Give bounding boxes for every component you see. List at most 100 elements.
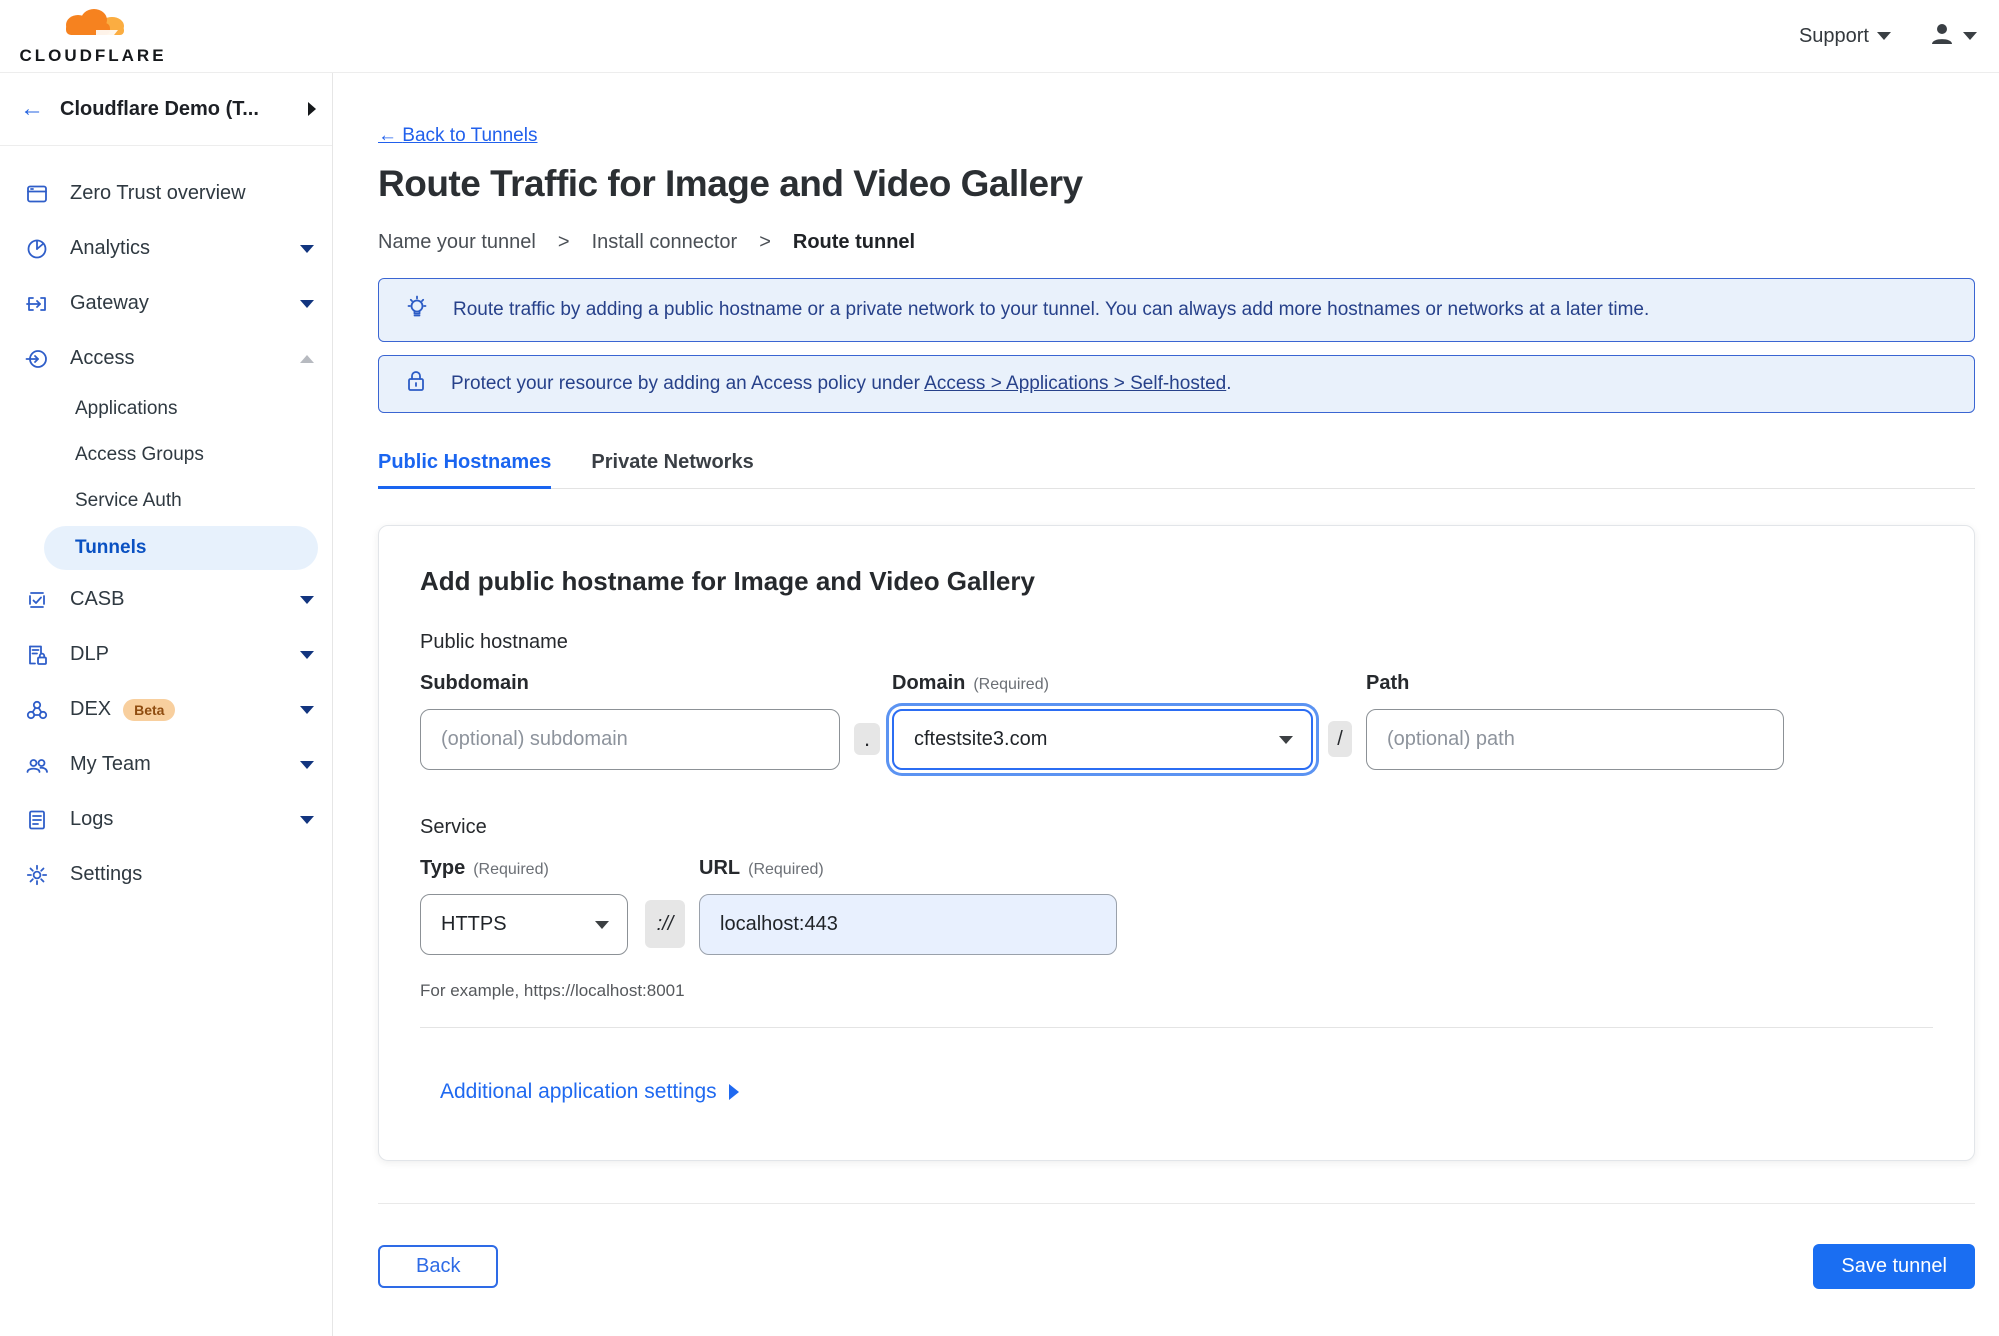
sidebar-item-access-groups[interactable]: Access Groups	[0, 432, 332, 478]
sidebar-item-service-auth[interactable]: Service Auth	[0, 478, 332, 524]
scheme-separator: ://	[645, 900, 685, 948]
back-button[interactable]: Back	[378, 1245, 499, 1288]
overview-icon	[24, 181, 50, 207]
gear-icon	[24, 862, 50, 888]
type-selected-value: HTTPS	[441, 913, 507, 935]
public-hostname-group-label: Public hostname	[420, 631, 568, 653]
sidebar-item-gateway[interactable]: Gateway	[0, 276, 332, 331]
sidebar-item-label: Gateway	[70, 292, 149, 314]
chevron-down-icon	[300, 705, 314, 714]
logs-icon	[24, 807, 50, 833]
hostname-field-row: Subdomain . Domain (Required) cftestsite3…	[420, 672, 1933, 770]
sidebar-item-text: DEX	[70, 698, 112, 720]
dot-separator: .	[854, 723, 880, 755]
path-label: Path	[1366, 672, 1410, 694]
main-content: ← Back to Tunnels Route Traffic for Imag…	[333, 73, 1999, 1336]
cloudflare-logo[interactable]: CLOUDFLARE	[18, 6, 168, 66]
url-example-hint: For example, https://localhost:8001	[420, 981, 685, 1000]
lock-icon	[403, 368, 429, 400]
sidebar-nav: Zero Trust overview Analytics Gateway Ac…	[0, 146, 332, 902]
card-heading: Add public hostname for Image and Video …	[420, 566, 1035, 596]
chevron-down-icon	[1279, 735, 1293, 744]
lightbulb-icon	[403, 293, 431, 327]
analytics-icon	[24, 236, 50, 262]
account-name: Cloudflare Demo (T...	[60, 97, 259, 120]
chevron-down-icon	[300, 244, 314, 253]
chevron-right-icon[interactable]	[308, 102, 316, 116]
tab-public-hostnames[interactable]: Public Hostnames	[378, 451, 552, 489]
cloudflare-wordmark: CLOUDFLARE	[19, 46, 167, 65]
wizard-steps: Name your tunnel > Install connector > R…	[378, 231, 1975, 254]
sidebar-item-dex[interactable]: DEX Beta	[0, 682, 332, 737]
additional-settings-label: Additional application settings	[440, 1080, 717, 1103]
required-note: (Required)	[748, 861, 824, 878]
team-icon	[24, 752, 50, 778]
card-divider	[420, 1027, 1933, 1028]
additional-settings-toggle[interactable]: Additional application settings	[440, 1080, 1933, 1104]
sidebar-item-label: Analytics	[70, 237, 151, 259]
chevron-down-icon	[300, 815, 314, 824]
sidebar-item-zero-trust-overview[interactable]: Zero Trust overview	[0, 166, 332, 221]
service-type-select[interactable]: HTTPS	[420, 894, 628, 955]
subdomain-label: Subdomain	[420, 672, 529, 694]
hostname-tabs: Public Hostnames Private Networks	[378, 451, 1975, 489]
sidebar-item-label: Access	[70, 347, 135, 369]
step-name-your-tunnel[interactable]: Name your tunnel	[378, 231, 536, 254]
sidebar-item-my-team[interactable]: My Team	[0, 737, 332, 792]
chevron-down-icon	[300, 595, 314, 604]
sidebar-item-label: Zero Trust overview	[70, 182, 246, 204]
gateway-icon	[24, 291, 50, 317]
chevron-down-icon	[1963, 32, 1977, 40]
info-banner-route-traffic: Route traffic by adding a public hostnam…	[378, 278, 1975, 342]
sidebar-item-label: DLP	[70, 643, 109, 665]
footer-divider	[378, 1203, 1975, 1204]
back-to-tunnels-link[interactable]: ← Back to Tunnels	[378, 125, 537, 147]
path-input[interactable]	[1366, 709, 1784, 770]
dex-icon	[24, 697, 50, 723]
access-policy-link[interactable]: Access > Applications > Self-hosted	[924, 373, 1226, 394]
tab-private-networks[interactable]: Private Networks	[591, 451, 753, 488]
public-hostname-card: Add public hostname for Image and Video …	[378, 525, 1975, 1161]
banner-text: Protect your resource by adding an Acces…	[451, 373, 1232, 395]
chevron-down-icon	[300, 760, 314, 769]
sidebar-item-label: Settings	[70, 863, 143, 885]
sidebar-item-settings[interactable]: Settings	[0, 847, 332, 902]
type-label-text: Type	[420, 857, 466, 879]
sidebar-item-casb[interactable]: CASB	[0, 572, 332, 627]
support-menu[interactable]: Support	[1799, 25, 1891, 48]
sidebar-item-tunnels[interactable]: Tunnels	[44, 526, 318, 570]
chevron-down-icon	[1877, 32, 1891, 40]
service-group-label: Service	[420, 816, 487, 838]
sidebar-item-analytics[interactable]: Analytics	[0, 221, 332, 276]
sidebar-item-logs[interactable]: Logs	[0, 792, 332, 847]
cloudflare-cloud-icon	[56, 6, 130, 45]
sidebar-item-label: CASB	[70, 588, 125, 610]
banner-text-before: Protect your resource by adding an Acces…	[451, 373, 920, 394]
sidebar-item-dlp[interactable]: DLP	[0, 627, 332, 682]
back-arrow-icon[interactable]: ←	[20, 97, 44, 121]
service-field-row: Type (Required) HTTPS :// URL (Required)	[420, 857, 1933, 955]
step-separator: >	[557, 231, 570, 253]
subdomain-input[interactable]	[420, 709, 840, 770]
url-label-text: URL	[699, 857, 741, 879]
back-link-text: Back to Tunnels	[402, 125, 538, 146]
left-arrow-icon: ←	[378, 125, 397, 146]
domain-select[interactable]: cftestsite3.com	[892, 709, 1313, 770]
support-label: Support	[1798, 24, 1869, 47]
user-menu[interactable]	[1929, 21, 1977, 52]
step-install-connector[interactable]: Install connector	[592, 231, 738, 254]
service-url-input[interactable]	[699, 894, 1117, 955]
domain-selected-value: cftestsite3.com	[914, 728, 1048, 750]
sidebar-item-applications[interactable]: Applications	[0, 386, 332, 432]
save-tunnel-button[interactable]: Save tunnel	[1813, 1244, 1975, 1289]
sidebar-item-label: My Team	[70, 753, 151, 775]
url-label: URL (Required)	[699, 857, 1117, 880]
sidebar-item-access[interactable]: Access	[0, 331, 332, 386]
chevron-right-icon	[728, 1084, 739, 1100]
sidebar-account-header: ← Cloudflare Demo (T...	[0, 73, 332, 146]
step-separator: >	[759, 231, 771, 253]
banner-text-after: .	[1226, 373, 1232, 394]
info-banner-access-policy: Protect your resource by adding an Acces…	[378, 355, 1975, 413]
domain-label: Domain (Required)	[892, 672, 1313, 695]
topbar: CLOUDFLARE Support	[0, 0, 1999, 73]
